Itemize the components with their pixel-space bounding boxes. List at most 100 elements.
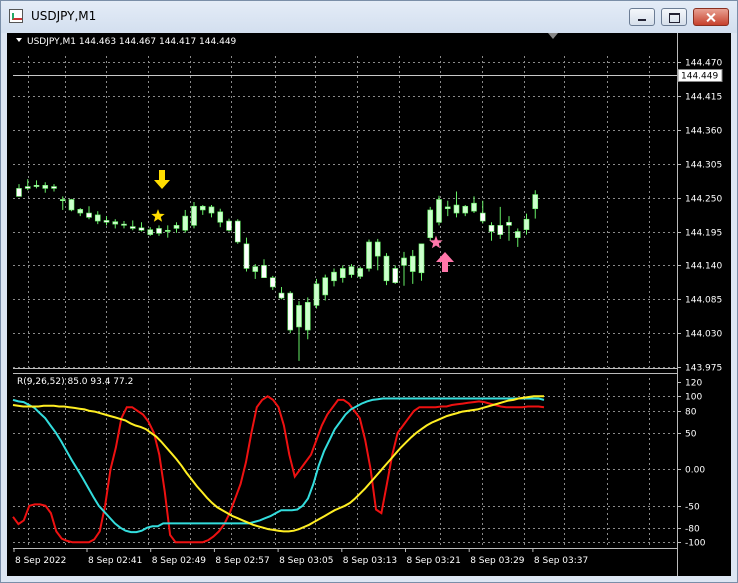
candle-body <box>164 229 171 232</box>
candle-body <box>269 277 276 288</box>
candle-body <box>506 221 512 226</box>
candle-body <box>16 188 22 197</box>
candle-body <box>523 218 530 230</box>
candle-body <box>339 268 346 279</box>
candle-body <box>59 199 66 202</box>
indicator-tick-label: 100 <box>685 393 702 403</box>
candle-body <box>278 292 285 299</box>
time-tick-label: 8 Sep 2022 <box>15 556 66 566</box>
candle-body <box>86 212 92 218</box>
chart-window: USDJPY,M1 144.470 144.415 144.360 144.305 14… <box>0 0 738 583</box>
indicator-tick-label: 80 <box>685 408 697 418</box>
candle-body <box>199 205 206 211</box>
candle-body <box>261 265 267 279</box>
candle-body <box>366 241 372 269</box>
time-tick-label: 8 Sep 03:21 <box>407 556 461 566</box>
indicator-info-label: R(9,26,52) 85.0 93.4 77.2 <box>17 377 133 387</box>
current-price-tag: 144.449 <box>677 69 723 82</box>
candle-body <box>147 229 154 235</box>
price-tick-label: 143.975 <box>685 364 722 374</box>
candle <box>383 253 390 286</box>
indicator-tick-label: 0.00 <box>685 466 705 476</box>
candle-body <box>409 255 416 272</box>
candle-body <box>436 199 442 223</box>
candle-body <box>252 266 259 272</box>
candle-body <box>217 211 224 223</box>
minimize-button[interactable] <box>629 8 655 26</box>
candle-body <box>208 206 215 214</box>
time-tick-label: 8 Sep 02:49 <box>152 556 207 566</box>
price-tick-label: 144.030 <box>685 330 722 340</box>
candle-body <box>103 220 110 223</box>
candle-body <box>331 271 337 282</box>
candle-body <box>401 257 407 266</box>
candle-body <box>129 226 136 229</box>
time-tick-label: 8 Sep 03:05 <box>279 556 333 566</box>
candle-body <box>94 214 101 222</box>
window-title: USDJPY,M1 <box>31 9 97 23</box>
price-tick-label: 144.195 <box>685 229 722 239</box>
chart-info-label: USDJPY,M1 144.463 144.467 144.417 144.44… <box>27 37 237 47</box>
candle-body <box>383 255 390 282</box>
title-bar[interactable]: USDJPY,M1 <box>1 1 737 33</box>
indicator-tick-label: 120 <box>685 379 702 389</box>
candle-body <box>453 204 460 214</box>
price-tick-label: 144.305 <box>685 161 722 171</box>
candle-body <box>42 185 49 189</box>
candle-body <box>173 225 180 229</box>
candle-body <box>374 241 381 257</box>
candle-body <box>287 292 294 331</box>
chart-window-icon <box>9 9 23 23</box>
candle-body <box>532 194 539 210</box>
candle-body <box>77 209 84 214</box>
candle-body <box>479 212 486 222</box>
maximize-button[interactable] <box>661 8 687 26</box>
candle-body <box>68 199 75 211</box>
time-tick-label: 8 Sep 02:57 <box>215 556 269 566</box>
candle-body <box>24 186 31 189</box>
candle-body <box>471 202 477 212</box>
candle-body <box>304 302 311 331</box>
candle-body <box>444 206 451 210</box>
indicator-tick-label: -50 <box>685 503 700 513</box>
indicator-tick-label: -80 <box>685 525 700 535</box>
price-tick-label: 144.140 <box>685 262 722 272</box>
candle-body <box>357 268 364 277</box>
candle-body <box>121 223 127 226</box>
candle-body <box>182 215 189 231</box>
candle-body <box>427 209 434 238</box>
candle-body <box>462 205 469 214</box>
chart-area[interactable]: 144.470 144.415 144.360 144.305 144.250 144.1… <box>7 33 731 576</box>
candle-body <box>156 228 162 234</box>
chart-background <box>7 33 731 576</box>
candle-body <box>322 277 329 296</box>
candle <box>427 206 434 241</box>
candle-body <box>234 220 241 243</box>
close-button[interactable] <box>693 8 729 26</box>
candle-body <box>296 305 302 328</box>
price-tick-label: 144.415 <box>685 93 722 103</box>
candle-body <box>514 231 521 238</box>
price-tick-label: 144.360 <box>685 127 722 137</box>
price-tick-label: 144.250 <box>685 195 722 205</box>
candle-body <box>348 266 355 275</box>
price-tick-label: 144.470 <box>685 59 722 69</box>
candle-body <box>191 205 197 226</box>
time-tick-label: 8 Sep 02:41 <box>88 556 142 566</box>
candle-body <box>497 225 504 235</box>
candle-body <box>313 283 320 306</box>
time-tick-label: 8 Sep 03:29 <box>470 556 525 566</box>
candle-body <box>392 268 399 283</box>
candle-body <box>243 243 250 269</box>
candle-body <box>51 186 57 189</box>
candle <box>68 198 75 212</box>
candle-body <box>138 227 145 231</box>
candle-body <box>488 225 495 232</box>
candle <box>366 239 372 272</box>
candle <box>234 219 241 244</box>
candle-body <box>418 243 425 274</box>
candle-body <box>226 220 232 231</box>
candle-body <box>33 185 40 187</box>
current-price-label: 144.449 <box>681 72 718 82</box>
price-tick-label: 144.085 <box>685 296 722 306</box>
